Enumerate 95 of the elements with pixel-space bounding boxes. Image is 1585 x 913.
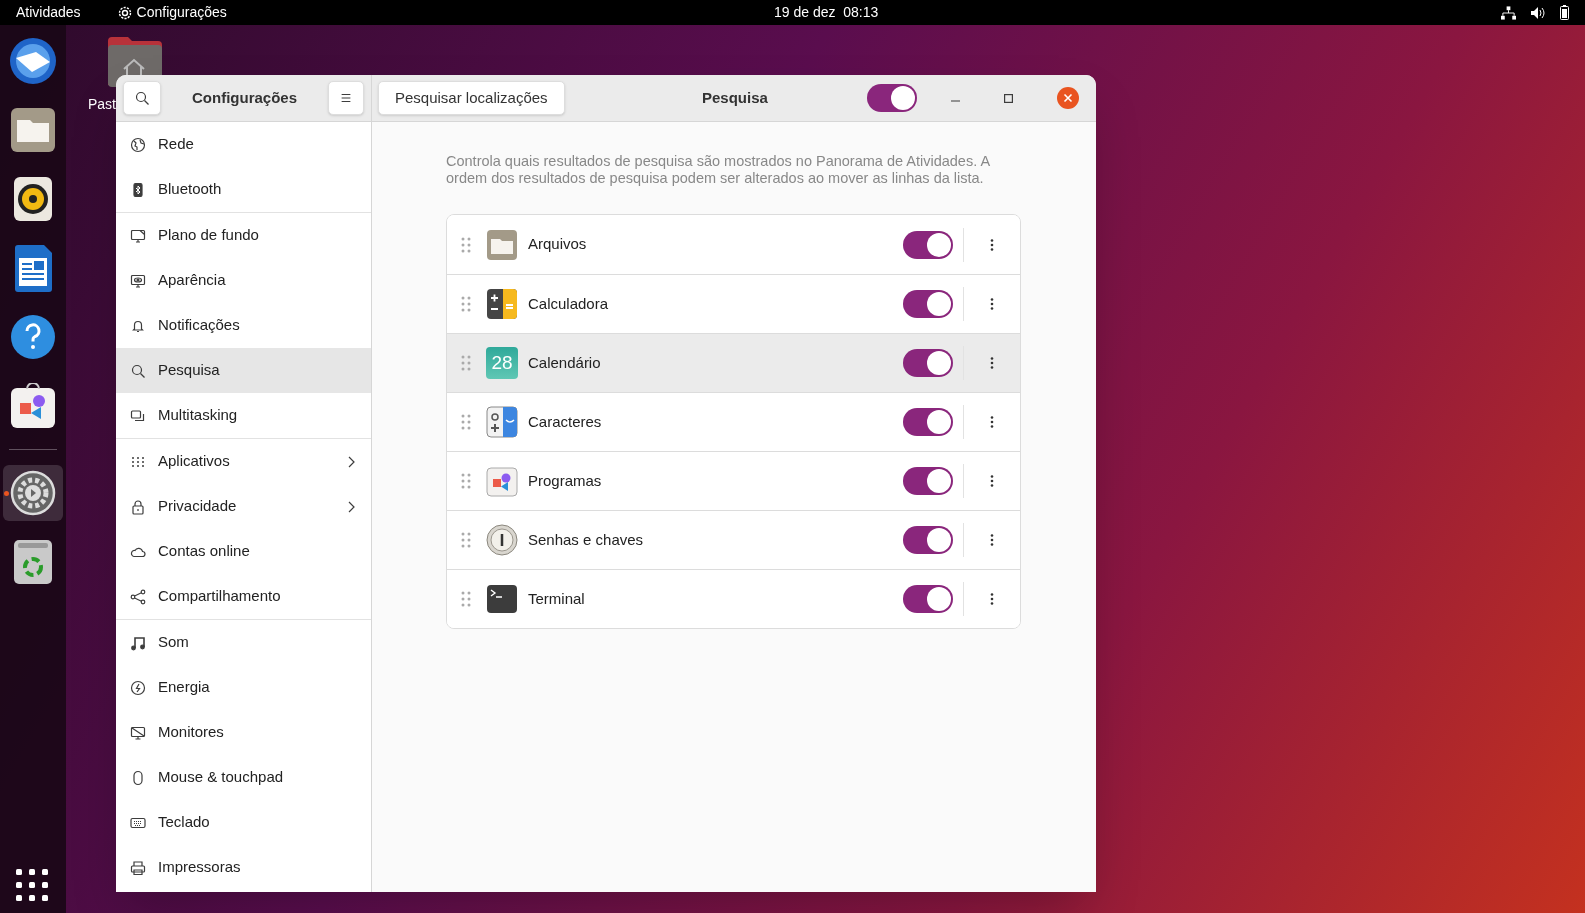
- provider-name: Calendário: [528, 352, 601, 373]
- globe-icon: [130, 136, 146, 153]
- more-options-icon[interactable]: [990, 475, 994, 487]
- display-icon: [130, 724, 146, 741]
- toggle-switch[interactable]: [903, 349, 953, 377]
- terminal-icon: [486, 583, 518, 615]
- provider-name: Senhas e chaves: [528, 529, 644, 550]
- folder-icon: [486, 228, 518, 261]
- music-note-icon: [130, 634, 146, 651]
- sidebar-title: Configurações: [191, 87, 298, 108]
- toggle-switch[interactable]: [903, 526, 953, 554]
- speaker-icon[interactable]: [13, 176, 53, 222]
- search-icon: [130, 362, 146, 379]
- volume-icon[interactable]: [1530, 5, 1546, 20]
- trash-icon[interactable]: [13, 539, 53, 585]
- gear-icon: [116, 4, 133, 21]
- close-icon[interactable]: [1057, 87, 1079, 109]
- calculator-icon: [486, 288, 518, 320]
- drag-handle-icon[interactable]: [461, 414, 471, 430]
- sidebar-item[interactable]: Aplicativos: [116, 439, 371, 484]
- drag-handle-icon[interactable]: [461, 591, 471, 607]
- drag-handle-icon[interactable]: [461, 236, 471, 253]
- sidebar-item[interactable]: Multitasking: [116, 393, 371, 438]
- more-options-icon[interactable]: [990, 534, 994, 546]
- store-bag-icon: [486, 465, 518, 497]
- sidebar-item[interactable]: Bluetooth: [116, 167, 371, 212]
- menu-button[interactable]: [328, 81, 364, 115]
- share-icon: [130, 588, 146, 605]
- minimize-icon: [951, 100, 960, 102]
- desktop-icon-label: Past: [88, 95, 116, 114]
- provider-row[interactable]: Terminal: [447, 569, 1020, 628]
- provider-name: Caracteres: [528, 411, 602, 432]
- sidebar-item[interactable]: Privacidade: [116, 484, 371, 529]
- sidebar-item[interactable]: Impressoras: [116, 845, 371, 890]
- search-locations-button[interactable]: Pesquisar localizações: [378, 81, 565, 115]
- network-icon[interactable]: [1501, 5, 1516, 20]
- more-options-icon[interactable]: [990, 593, 994, 605]
- sidebar-item[interactable]: Som: [116, 620, 371, 665]
- sidebar-item[interactable]: Contas online: [116, 529, 371, 574]
- provider-name: Terminal: [528, 588, 585, 609]
- battery-icon[interactable]: [1560, 5, 1569, 20]
- windows-icon: [130, 407, 146, 424]
- search-icon: [134, 90, 150, 106]
- sidebar-item[interactable]: Mouse & touchpad: [116, 755, 371, 800]
- provider-name: Programas: [528, 470, 602, 491]
- drag-handle-icon[interactable]: [461, 473, 471, 489]
- description-text: Controla quais resultados de pesquisa são mostrados no Panorama de Atividades. A ordem dos resultados de pesquisa podem ser alterados ao mover as linhas da lista.: [446, 153, 991, 187]
- toggle-switch[interactable]: [903, 230, 953, 259]
- search-button[interactable]: [123, 81, 161, 115]
- drag-handle-icon[interactable]: [461, 296, 471, 312]
- printer-icon: [130, 859, 146, 876]
- keyring-icon: [486, 524, 518, 556]
- sidebar-item[interactable]: Plano de fundo: [116, 213, 371, 258]
- toggle-switch[interactable]: [903, 290, 953, 318]
- more-options-icon[interactable]: [990, 238, 994, 251]
- toggle-switch[interactable]: [903, 408, 953, 436]
- sidebar-item[interactable]: Teclado: [116, 800, 371, 845]
- sidebar-item[interactable]: Aparência: [116, 258, 371, 303]
- maximize-icon: [1004, 93, 1013, 103]
- clock[interactable]: 19 de dez 08:13: [774, 2, 879, 23]
- provider-name: Arquivos: [528, 234, 587, 255]
- more-options-icon[interactable]: [990, 357, 994, 369]
- sidebar-item[interactable]: Pesquisa: [116, 348, 371, 393]
- more-options-icon[interactable]: [990, 298, 994, 310]
- app-grid-icon[interactable]: [16, 869, 48, 901]
- sidebar-item[interactable]: Notificações: [116, 303, 371, 348]
- running-indicator: [4, 491, 9, 496]
- sidebar-item[interactable]: Compartilhamento: [116, 574, 371, 619]
- toggle-switch[interactable]: [867, 84, 917, 112]
- sidebar-item[interactable]: Rede: [116, 122, 371, 167]
- monitor-icon: [130, 227, 146, 244]
- activities-button[interactable]: Atividades: [16, 2, 81, 23]
- drag-handle-icon[interactable]: [461, 532, 471, 548]
- calendar-icon: 28: [486, 347, 518, 379]
- more-options-icon[interactable]: [990, 416, 994, 428]
- toggle-switch[interactable]: [903, 467, 953, 495]
- toggle-switch[interactable]: [903, 585, 953, 613]
- settings-icon[interactable]: [10, 470, 56, 516]
- store-bag-icon[interactable]: [10, 383, 56, 429]
- power-icon: [130, 679, 146, 696]
- characters-icon: [486, 406, 518, 438]
- folder-icon[interactable]: [10, 107, 56, 153]
- provider-name: Calculadora: [528, 293, 609, 314]
- lock-icon: [130, 498, 146, 515]
- menu-icon: [339, 91, 353, 105]
- sidebar-item[interactable]: Monitores: [116, 710, 371, 755]
- document-icon[interactable]: [13, 244, 53, 292]
- drag-handle-icon[interactable]: [461, 355, 471, 371]
- monitor-eye-icon: [130, 272, 146, 289]
- window-title: Pesquisa: [702, 87, 768, 108]
- sidebar-item[interactable]: Energia: [116, 665, 371, 710]
- app-menu[interactable]: Configurações: [136, 2, 227, 23]
- help-icon[interactable]: [10, 314, 56, 360]
- provider-row[interactable]: 28 Calendário: [447, 333, 1020, 392]
- mouse-icon: [130, 769, 146, 786]
